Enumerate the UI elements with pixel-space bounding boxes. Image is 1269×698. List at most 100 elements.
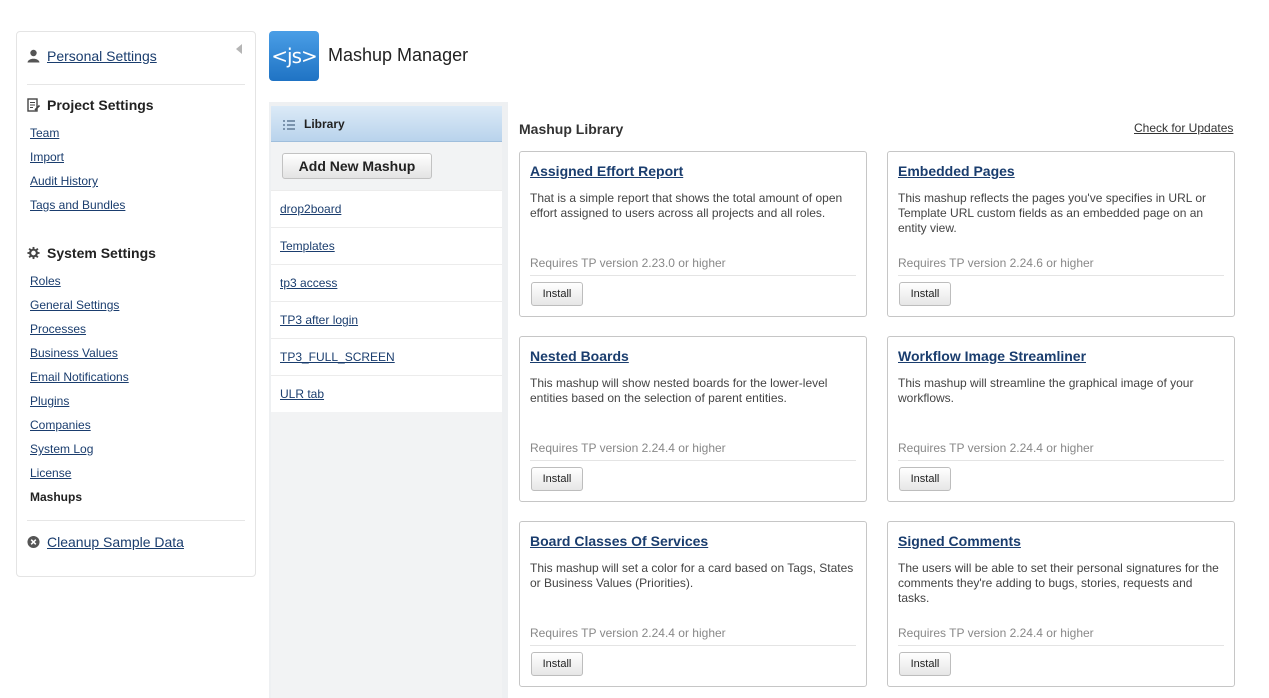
divider — [27, 520, 245, 521]
divider — [898, 275, 1224, 276]
mashup-link[interactable]: tp3 access — [280, 276, 337, 290]
mashup-card: Board Classes Of Services This mashup wi… — [519, 521, 867, 687]
collapse-arrow-icon[interactable] — [236, 44, 242, 54]
divider — [530, 460, 856, 461]
card-title[interactable]: Signed Comments — [898, 533, 1021, 549]
project-settings-icon — [27, 98, 40, 112]
card-title[interactable]: Nested Boards — [530, 348, 629, 364]
card-description: That is a simple report that shows the t… — [530, 191, 843, 220]
list-item[interactable]: Templates — [271, 227, 502, 264]
install-button[interactable]: Install — [899, 467, 951, 491]
project-settings-list: Team Import Audit History Tags and Bundl… — [30, 121, 125, 217]
mashup-link[interactable]: Templates — [280, 239, 335, 253]
divider — [27, 84, 245, 85]
library-tab-label: Library — [304, 116, 345, 131]
card-description: This mashup reflects the pages you've sp… — [898, 191, 1206, 235]
list-item[interactable]: drop2board — [271, 190, 502, 227]
mashup-card: Embedded Pages This mashup reflects the … — [887, 151, 1235, 317]
card-title[interactable]: Workflow Image Streamliner — [898, 348, 1086, 364]
divider — [530, 275, 856, 276]
mashup-link[interactable]: TP3 after login — [280, 313, 358, 327]
mashup-list: drop2board Templates tp3 access TP3 afte… — [271, 190, 502, 412]
nav-item-companies[interactable]: Companies — [30, 413, 129, 437]
list-item[interactable]: tp3 access — [271, 264, 502, 301]
card-description: This mashup will show nested boards for … — [530, 376, 828, 405]
card-requirement: Requires TP version 2.24.6 or higher — [898, 256, 1094, 270]
nav-item-processes[interactable]: Processes — [30, 317, 129, 341]
card-requirement: Requires TP version 2.24.4 or higher — [530, 441, 726, 455]
nav-item-plugins[interactable]: Plugins — [30, 389, 129, 413]
nav-item-tags-and-bundles[interactable]: Tags and Bundles — [30, 193, 125, 217]
gear-icon — [27, 246, 40, 260]
card-description: This mashup will streamline the graphica… — [898, 376, 1194, 405]
cleanup-sample-data-link[interactable]: Cleanup Sample Data — [47, 534, 184, 550]
mashup-link[interactable]: TP3_FULL_SCREEN — [280, 350, 395, 364]
settings-panel: Personal Settings Project Settings Team … — [16, 31, 256, 577]
divider — [530, 645, 856, 646]
card-title[interactable]: Assigned Effort Report — [530, 163, 683, 179]
project-settings-header: Project Settings — [27, 97, 154, 113]
js-logo: <js> — [269, 31, 319, 81]
nav-link[interactable]: Roles — [30, 274, 61, 288]
install-button[interactable]: Install — [531, 282, 583, 306]
card-requirement: Requires TP version 2.24.4 or higher — [898, 441, 1094, 455]
nav-item-roles[interactable]: Roles — [30, 269, 129, 293]
nav-link[interactable]: License — [30, 466, 71, 480]
card-description: The users will be able to set their pers… — [898, 561, 1219, 605]
install-button[interactable]: Install — [899, 282, 951, 306]
list-item[interactable]: ULR tab — [271, 375, 502, 412]
nav-item-audit-history[interactable]: Audit History — [30, 169, 125, 193]
nav-item-import[interactable]: Import — [30, 145, 125, 169]
nav-item-system-log[interactable]: System Log — [30, 437, 129, 461]
nav-link[interactable]: Team — [30, 126, 59, 140]
divider — [898, 460, 1224, 461]
card-requirement: Requires TP version 2.23.0 or higher — [530, 256, 726, 270]
list-item[interactable]: TP3 after login — [271, 301, 502, 338]
system-settings-title: System Settings — [47, 245, 156, 261]
system-settings-list: Roles General Settings Processes Busines… — [30, 269, 129, 509]
divider — [898, 645, 1224, 646]
mashup-card: Nested Boards This mashup will show nest… — [519, 336, 867, 502]
nav-item-license[interactable]: License — [30, 461, 129, 485]
nav-link[interactable]: Processes — [30, 322, 86, 336]
mashup-link[interactable]: ULR tab — [280, 387, 324, 401]
nav-link[interactable]: Email Notifications — [30, 370, 129, 384]
card-requirement: Requires TP version 2.24.4 or higher — [898, 626, 1094, 640]
install-button[interactable]: Install — [899, 652, 951, 676]
card-title[interactable]: Board Classes Of Services — [530, 533, 708, 549]
mashup-card: Workflow Image Streamliner This mashup w… — [887, 336, 1235, 502]
nav-link[interactable]: General Settings — [30, 298, 119, 312]
personal-settings-header: Personal Settings — [27, 48, 157, 64]
card-description: This mashup will set a color for a card … — [530, 561, 854, 590]
nav-link[interactable]: Companies — [30, 418, 91, 432]
nav-link[interactable]: Tags and Bundles — [30, 198, 125, 212]
add-new-mashup-button[interactable]: Add New Mashup — [282, 153, 432, 179]
close-circle-icon — [27, 535, 40, 549]
mashup-library-title: Mashup Library — [519, 121, 624, 137]
install-button[interactable]: Install — [531, 652, 583, 676]
mashup-card: Assigned Effort Report That is a simple … — [519, 151, 867, 317]
system-settings-header: System Settings — [27, 245, 156, 261]
card-title[interactable]: Embedded Pages — [898, 163, 1015, 179]
personal-settings-link[interactable]: Personal Settings — [47, 48, 157, 64]
mashup-card: Signed Comments The users will be able t… — [887, 521, 1235, 687]
nav-link[interactable]: Import — [30, 150, 64, 164]
library-tab[interactable]: Library — [271, 106, 502, 142]
mashup-link[interactable]: drop2board — [280, 202, 341, 216]
nav-item-business-values[interactable]: Business Values — [30, 341, 129, 365]
project-settings-title: Project Settings — [47, 97, 154, 113]
check-for-updates-link[interactable]: Check for Updates — [1134, 121, 1233, 135]
nav-link[interactable]: Audit History — [30, 174, 98, 188]
nav-link[interactable]: Business Values — [30, 346, 118, 360]
list-item[interactable]: TP3_FULL_SCREEN — [271, 338, 502, 375]
nav-item-email-notifications[interactable]: Email Notifications — [30, 365, 129, 389]
nav-link[interactable]: Plugins — [30, 394, 69, 408]
card-requirement: Requires TP version 2.24.4 or higher — [530, 626, 726, 640]
cleanup-row: Cleanup Sample Data — [27, 534, 184, 550]
list-icon — [283, 119, 295, 130]
nav-link[interactable]: System Log — [30, 442, 93, 456]
nav-item-general-settings[interactable]: General Settings — [30, 293, 129, 317]
nav-item-team[interactable]: Team — [30, 121, 125, 145]
page-title: Mashup Manager — [328, 45, 469, 65]
install-button[interactable]: Install — [531, 467, 583, 491]
